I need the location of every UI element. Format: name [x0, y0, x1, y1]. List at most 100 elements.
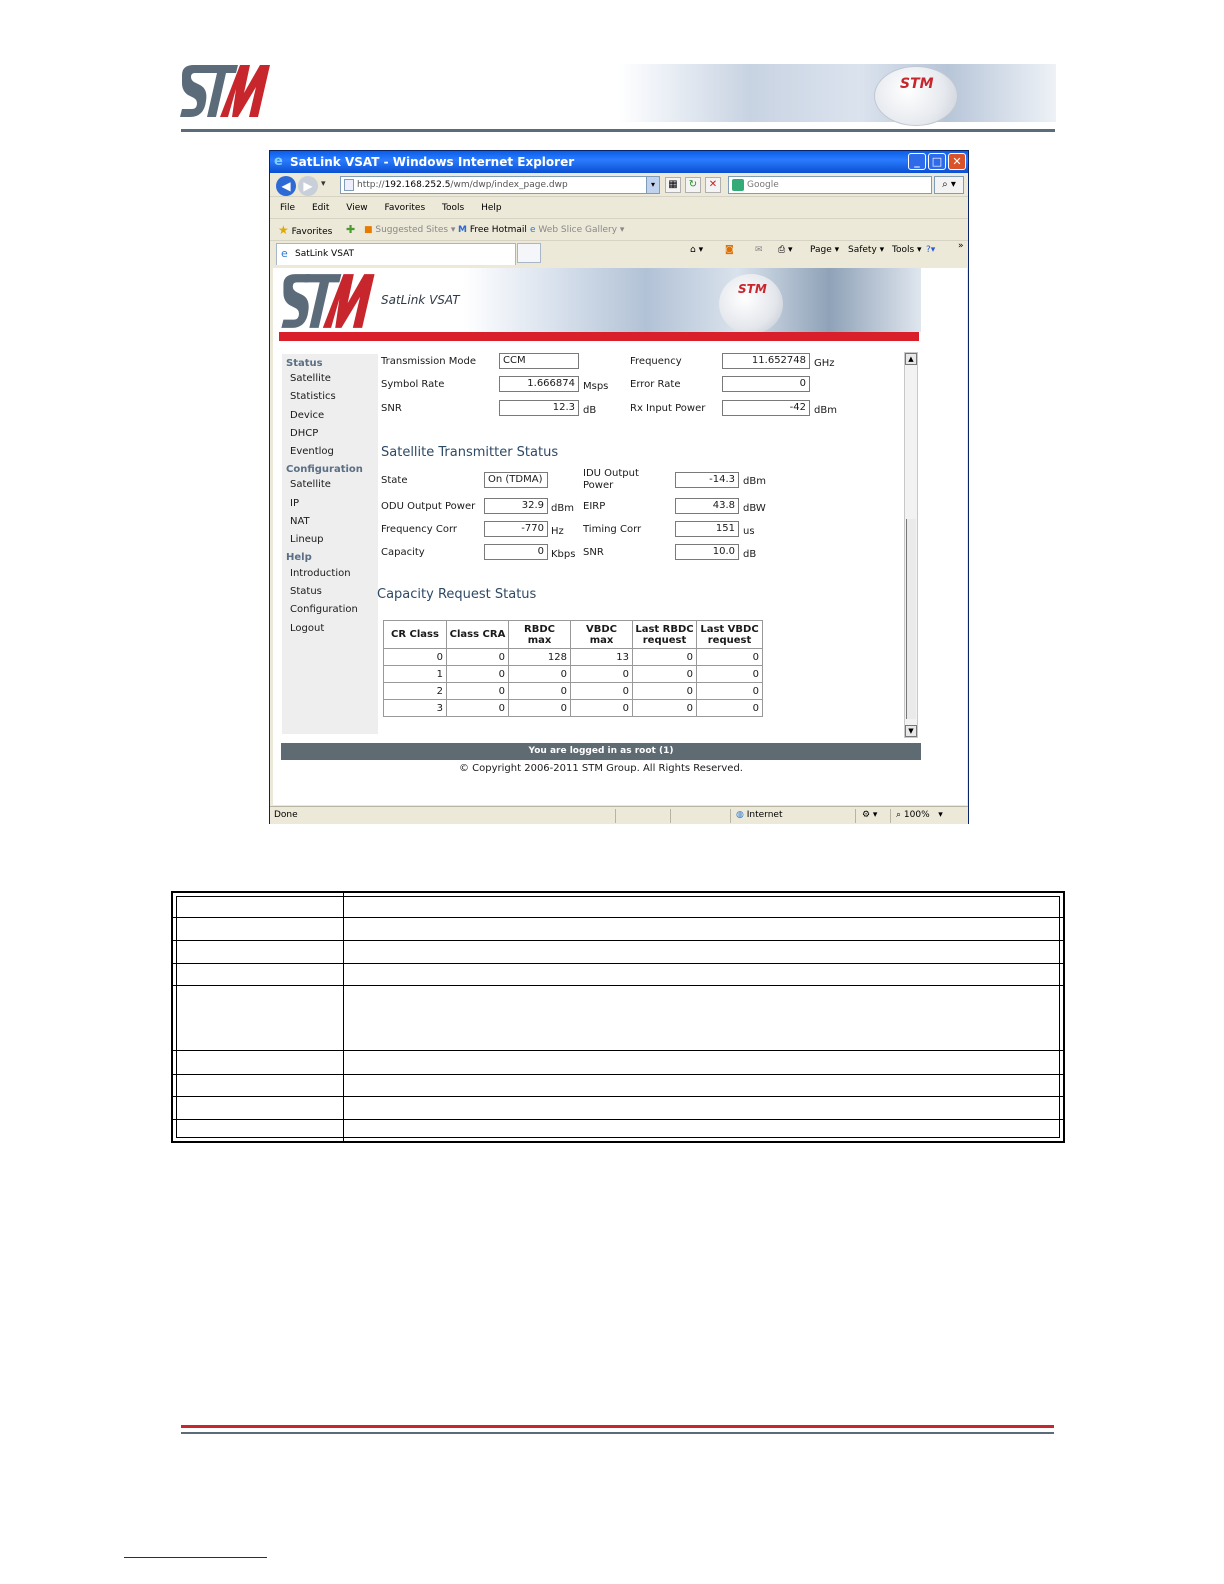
zoom-control[interactable]: ⌕ 100% ▾ [896, 807, 943, 824]
web-slice-gallery-link[interactable]: e Web Slice Gallery ▾ [530, 219, 624, 241]
sidebar-item-nat[interactable]: NAT [290, 516, 310, 527]
rx-power-label: Rx Input Power [630, 403, 706, 414]
menu-view[interactable]: View [346, 203, 367, 213]
error-rate-field: 0 [722, 376, 810, 392]
table-row [173, 1051, 1063, 1075]
transmitter-status-heading: Satellite Transmitter Status [381, 445, 559, 460]
sidebar-item-help-status[interactable]: Status [290, 586, 322, 597]
page-icon [344, 179, 354, 191]
capacity-unit: Kbps [551, 549, 576, 560]
sidebar-item-lineup[interactable]: Lineup [290, 534, 324, 545]
menu-tools[interactable]: Tools [442, 203, 464, 213]
idu-power-field: -14.3 [675, 472, 739, 488]
tools-menu[interactable]: Tools ▾ [892, 245, 922, 255]
tx-snr-label: SNR [583, 547, 604, 558]
header-rule [181, 129, 1055, 132]
eirp-unit: dBW [743, 503, 766, 514]
sidebar-item-introduction[interactable]: Introduction [290, 568, 351, 579]
internet-zone: ◍ Internet [736, 810, 783, 820]
transmission-mode-field: CCM [499, 353, 579, 369]
sidebar-item-eventlog[interactable]: Eventlog [290, 446, 334, 457]
google-icon [732, 179, 744, 191]
protected-mode-icon[interactable]: ⚙ ▾ [862, 807, 877, 824]
sidebar-item-dhcp[interactable]: DHCP [290, 428, 318, 439]
new-tab-button[interactable] [517, 243, 541, 263]
ie-icon: e [274, 154, 283, 169]
forward-button[interactable]: ▶ [298, 176, 318, 196]
menu-file[interactable]: File [280, 203, 295, 213]
sidebar-item-statistics[interactable]: Statistics [290, 391, 336, 402]
column-header: Last VBDC request [696, 620, 763, 649]
sidebar-group-configuration: Configuration [286, 464, 363, 475]
menu-favorites[interactable]: Favorites [384, 203, 425, 213]
scroll-thumb[interactable] [906, 519, 916, 719]
stop-icon[interactable]: ✕ [705, 177, 721, 193]
table-row [173, 893, 1063, 918]
eirp-field: 43.8 [675, 498, 739, 514]
column-header: Last RBDC request [632, 620, 697, 649]
sidebar-item-help-configuration[interactable]: Configuration [290, 604, 358, 615]
menu-help[interactable]: Help [481, 203, 502, 213]
footer-gray-rule [181, 1432, 1054, 1434]
print-icon[interactable]: ⎙ ▾ [778, 245, 793, 255]
footer-red-rule [181, 1425, 1054, 1428]
column-header: RBDC max [508, 620, 571, 649]
timing-corr-field: 151 [675, 521, 739, 537]
back-button[interactable]: ◀ [276, 176, 296, 196]
snr-field: 12.3 [499, 400, 579, 416]
idu-power-unit: dBm [743, 476, 766, 487]
sidebar-group-help: Help [286, 552, 312, 563]
search-button[interactable]: ⌕ ▾ [934, 176, 964, 194]
sidebar-item-ip[interactable]: IP [290, 498, 299, 509]
safety-menu[interactable]: Safety ▾ [848, 245, 884, 255]
odu-power-unit: dBm [551, 503, 574, 514]
chevron-more-icon[interactable]: » [958, 241, 964, 251]
window-title: SatLink VSAT - Windows Internet Explorer [290, 155, 575, 169]
rx-power-field: -42 [722, 400, 810, 416]
minimize-button[interactable]: _ [908, 153, 926, 170]
sidebar-item-config-satellite[interactable]: Satellite [290, 479, 331, 490]
scroll-up-arrow-icon[interactable]: ▲ [905, 353, 917, 365]
sidebar-item-logout[interactable]: Logout [290, 623, 324, 634]
tab-satlink-vsat[interactable]: e SatLink VSAT [276, 243, 516, 265]
close-button[interactable]: ✕ [948, 153, 966, 170]
sidebar-item-device[interactable]: Device [290, 410, 324, 421]
login-status-bar: You are logged in as root (1) [281, 743, 921, 760]
banner-logo: STM [900, 76, 934, 92]
home-icon[interactable]: ⌂ ▾ [690, 245, 703, 255]
page-menu[interactable]: Page ▾ [810, 245, 839, 255]
capacity-request-heading: Capacity Request Status [377, 587, 537, 602]
ie-tab-icon: e [281, 247, 288, 260]
sidebar-item-satellite[interactable]: Satellite [290, 373, 331, 384]
timing-corr-label: Timing Corr [583, 524, 642, 535]
status-panel: Transmission Mode CCM Frequency 11.65274… [377, 352, 901, 738]
search-input[interactable]: Google [728, 176, 932, 194]
refresh-icon[interactable]: ↻ [685, 177, 701, 193]
symbol-rate-label: Symbol Rate [381, 379, 445, 390]
satellite-dish-image [874, 66, 958, 126]
history-dropdown-icon[interactable]: ▾ [321, 179, 326, 189]
mail-icon[interactable]: ✉ [755, 245, 763, 255]
capacity-label: Capacity [381, 547, 425, 558]
help-icon[interactable]: ?▾ [926, 245, 935, 255]
frequency-field: 11.652748 [722, 353, 810, 369]
add-favorites-icon[interactable]: ✚ [346, 219, 355, 241]
odu-power-field: 32.9 [484, 498, 548, 514]
feeds-icon[interactable]: ◙ [725, 245, 734, 255]
free-hotmail-link[interactable]: M Free Hotmail [458, 219, 527, 241]
stm-logo [180, 65, 270, 117]
favorites-button[interactable]: ★ Favorites [278, 219, 332, 243]
rx-power-unit: dBm [814, 405, 837, 416]
suggested-sites-link[interactable]: ■ Suggested Sites ▾ [364, 219, 455, 241]
maximize-button[interactable]: □ [928, 153, 946, 170]
browser-status-bar: Done ◍ Internet ⚙ ▾ ⌕ 100% ▾ [270, 806, 968, 824]
vertical-scrollbar[interactable]: ▲ ▼ [904, 352, 918, 738]
document-table [171, 891, 1065, 1143]
banner-logo: STM [738, 282, 767, 296]
footer-link-underline [124, 1557, 267, 1558]
address-bar[interactable]: http://192.168.252.5/wm/dwp/index_page.d… [340, 176, 660, 194]
compatibility-icon[interactable]: ▦ [665, 177, 681, 193]
address-dropdown-icon[interactable]: ▾ [646, 176, 660, 194]
menu-edit[interactable]: Edit [312, 203, 329, 213]
scroll-down-arrow-icon[interactable]: ▼ [905, 725, 917, 737]
